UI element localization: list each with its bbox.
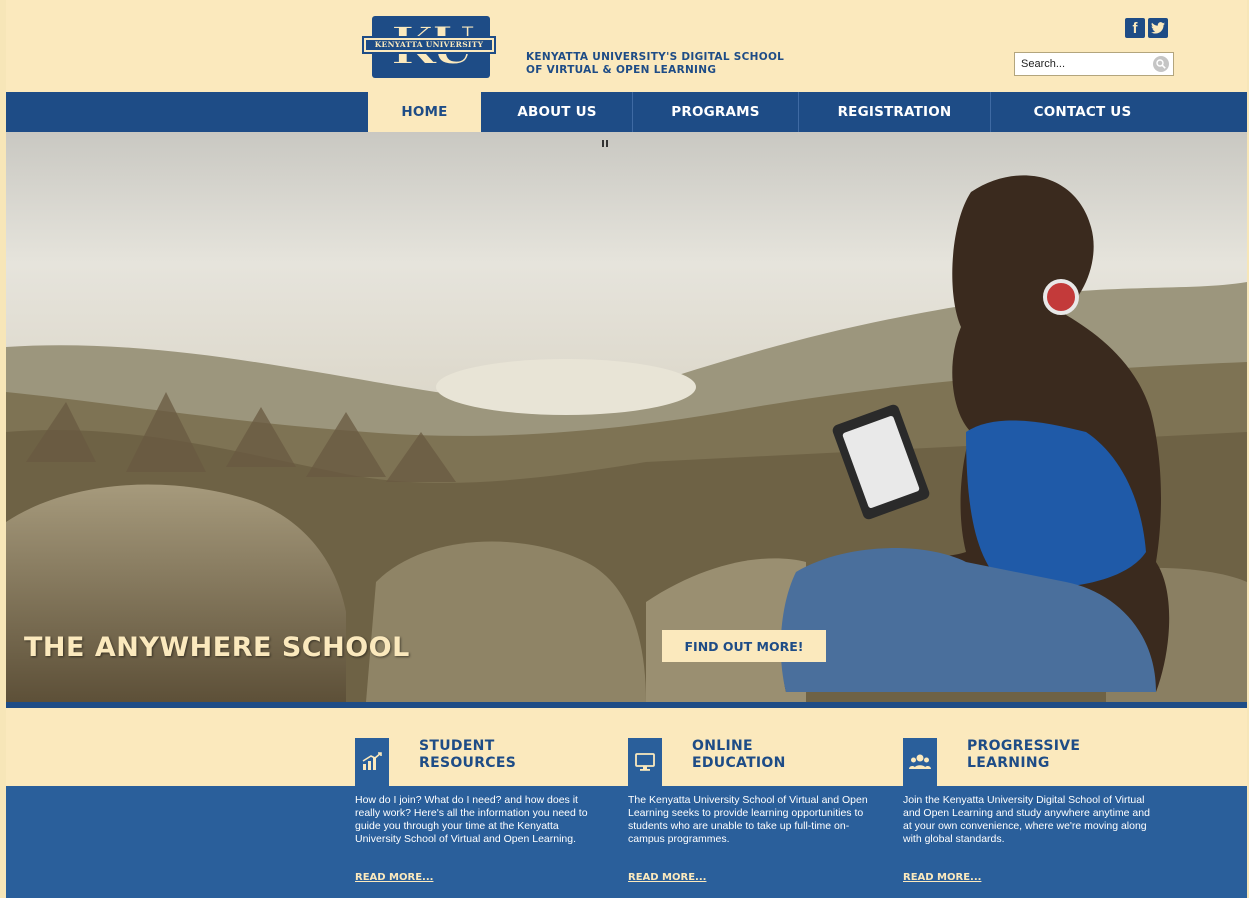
search-icon[interactable] [1153,56,1169,72]
nav-contact-us[interactable]: CONTACT US [991,92,1174,132]
page: KU KENYATTA UNIVERSITY KENYATTA UNIVERSI… [6,0,1247,898]
twitter-icon[interactable] [1148,18,1168,38]
feature-title-line-1: ONLINE [692,738,753,754]
nav-about-us[interactable]: ABOUT US [482,92,632,132]
nav-registration[interactable]: REGISTRATION [799,92,990,132]
site-tagline: KENYATTA UNIVERSITY'S DIGITAL SCHOOL OF … [526,51,826,77]
chart-up-icon [355,738,389,786]
read-more-link[interactable]: READ MORE... [355,872,433,883]
read-more-link[interactable]: READ MORE... [903,872,981,883]
find-out-more-button[interactable]: FIND OUT MORE! [662,630,826,662]
hero-title: THE ANYWHERE SCHOOL [24,632,410,663]
feature-title: ONLINE EDUCATION [692,738,786,772]
hero-banner: THE ANYWHERE SCHOOL FIND OUT MORE! [6,132,1247,702]
social-links: f [1125,18,1168,38]
facebook-icon[interactable]: f [1125,18,1145,38]
feature-description: Join the Kenyatta University Digital Sch… [903,794,1150,845]
nav-programs[interactable]: PROGRAMS [633,92,798,132]
feature-title-line-1: PROGRESSIVE [967,738,1081,754]
site-header: KU KENYATTA UNIVERSITY KENYATTA UNIVERSI… [6,0,1247,92]
tagline-line-1: KENYATTA UNIVERSITY'S DIGITAL SCHOOL [526,51,785,63]
hero-landscape-image [6,132,1247,702]
people-icon [903,738,937,786]
slider-pause-button[interactable] [602,140,608,147]
read-more-link[interactable]: READ MORE... [628,872,706,883]
feature-description: How do I join? What do I need? and how d… [355,794,588,845]
feature-title-line-1: STUDENT [419,738,495,754]
university-logo[interactable]: KU KENYATTA UNIVERSITY [362,16,496,78]
logo-banner: KENYATTA UNIVERSITY [362,36,496,54]
tagline-line-2: OF VIRTUAL & OPEN LEARNING [526,64,717,76]
search-input[interactable] [1018,55,1152,73]
feature-title: PROGRESSIVE LEARNING [967,738,1080,772]
search-box [1014,52,1174,76]
nav-home[interactable]: HOME [368,92,481,132]
logo-banner-text: KENYATTA UNIVERSITY [374,40,484,49]
feature-title-line-2: EDUCATION [692,755,786,771]
monitor-icon [628,738,662,786]
feature-title-line-2: LEARNING [967,755,1050,771]
feature-title: STUDENT RESOURCES [419,738,516,772]
feature-title-line-2: RESOURCES [419,755,517,771]
feature-description: The Kenyatta University School of Virtua… [628,794,868,845]
main-nav: HOME ABOUT US PROGRAMS REGISTRATION CONT… [6,92,1247,132]
